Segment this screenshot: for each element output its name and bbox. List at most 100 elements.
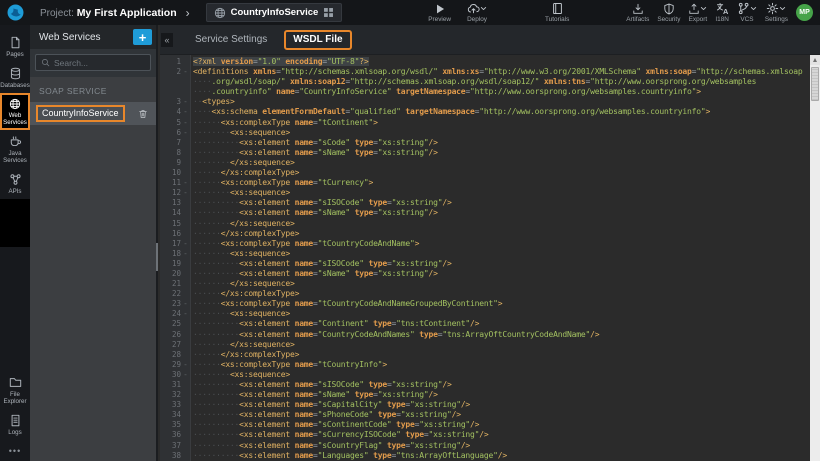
add-service-button[interactable]: + xyxy=(133,29,152,45)
deploy-button[interactable]: Deploy xyxy=(467,2,487,23)
panel-header: Web Services + xyxy=(30,25,156,49)
sidebar-item-logs[interactable]: Logs xyxy=(0,409,30,440)
sidebar-item-pages[interactable]: Pages xyxy=(0,31,30,62)
project-label: Project: xyxy=(40,8,74,19)
fold-marker[interactable]: - xyxy=(181,370,190,380)
scrollbar-thumb[interactable] xyxy=(811,67,819,101)
security-button[interactable]: Security xyxy=(657,2,680,23)
sidebar-item-label: Databases xyxy=(0,82,30,89)
gutter-line: 6- xyxy=(160,128,190,138)
tutorials-button[interactable]: Tutorials xyxy=(545,2,569,23)
service-list-item[interactable]: CountryInfoService xyxy=(30,102,156,125)
fold-spacer xyxy=(181,259,190,269)
code-line: ······</xs:complexType> xyxy=(193,168,810,178)
artifacts-label: Artifacts xyxy=(626,16,649,23)
panel-resize-handle[interactable] xyxy=(156,243,158,271)
fold-spacer xyxy=(181,289,190,299)
gutter-line: 16 xyxy=(160,229,190,239)
gutter-line: 5- xyxy=(160,118,190,128)
sidebar-item-label: File Explorer xyxy=(0,391,30,405)
sidebar-item-databases[interactable]: Databases xyxy=(0,62,30,93)
search-input[interactable] xyxy=(54,58,145,68)
topbar-actions-center: Tutorials xyxy=(545,2,569,23)
line-number: 17 xyxy=(160,239,181,249)
fold-spacer xyxy=(181,198,190,208)
globe-icon xyxy=(9,98,21,110)
sidebar-item-apis[interactable]: APIs xyxy=(0,168,30,199)
api-icon xyxy=(9,173,22,186)
line-number: 29 xyxy=(160,360,181,370)
fold-marker[interactable]: - xyxy=(181,67,190,77)
fold-marker[interactable]: - xyxy=(181,249,190,259)
gutter-line: 13 xyxy=(160,198,190,208)
settings-label: Settings xyxy=(765,16,788,23)
fold-marker[interactable]: - xyxy=(181,107,190,117)
preview-button[interactable]: Preview xyxy=(428,2,451,23)
line-number: 21 xyxy=(160,279,181,289)
sidebar-item-web-services[interactable]: Web Services xyxy=(0,93,30,130)
code-line: ··········<xs:element name="Languages" t… xyxy=(193,451,810,461)
topbar-actions-right: Artifacts Security Export AI18N VCS Settings xyxy=(626,2,788,23)
line-number: 36 xyxy=(160,430,181,440)
code-line: ··········<xs:element name="CountryCodeA… xyxy=(193,330,810,340)
scroll-up-arrow[interactable] xyxy=(810,55,820,65)
sidebar-item-java-services[interactable]: Java Services xyxy=(0,130,30,168)
settings-button[interactable]: Settings xyxy=(765,2,788,23)
line-number: 38 xyxy=(160,451,181,461)
line-number xyxy=(160,77,181,87)
fold-spacer xyxy=(181,57,190,67)
deploy-label: Deploy xyxy=(467,16,487,23)
i18n-label: I18N xyxy=(715,16,729,23)
wsdl-code-editor[interactable]: 12-3-4-5-6-7891011-12-1314151617-18-1920… xyxy=(160,55,820,461)
fold-marker[interactable]: - xyxy=(181,97,190,107)
fold-marker[interactable]: - xyxy=(181,360,190,370)
line-number: 16 xyxy=(160,229,181,239)
export-button[interactable]: Export xyxy=(688,2,707,23)
sidebar-item-file-explorer[interactable]: File Explorer xyxy=(0,371,30,409)
search-box[interactable] xyxy=(35,54,151,71)
sidebar-more-button[interactable]: ••• xyxy=(0,440,30,461)
artifacts-button[interactable]: Artifacts xyxy=(626,2,649,23)
tab-service-settings[interactable]: Service Settings xyxy=(195,34,267,45)
fold-spacer xyxy=(181,208,190,218)
fold-marker[interactable]: - xyxy=(181,188,190,198)
service-window-tab[interactable]: CountryInfoService xyxy=(206,3,343,22)
sidebar-item-label: APIs xyxy=(8,188,21,195)
code-line: ······</xs:complexType> xyxy=(193,350,810,360)
vcs-button[interactable]: VCS xyxy=(737,2,757,23)
grid-icon[interactable] xyxy=(323,7,334,18)
trash-icon[interactable] xyxy=(138,109,148,119)
sidebar-item-label: Logs xyxy=(8,429,21,436)
code-line: ········<xs:sequence> xyxy=(193,309,810,319)
fold-marker[interactable]: - xyxy=(181,309,190,319)
tab-wsdl-file[interactable]: WSDL File xyxy=(284,30,351,50)
fold-marker[interactable]: - xyxy=(181,178,190,188)
project-name[interactable]: My First Application xyxy=(77,7,177,19)
left-sidebar: Pages Databases Web ServicesJava Services A… xyxy=(0,25,30,461)
editor-scrollbar[interactable] xyxy=(810,55,820,461)
wavemaker-logo[interactable] xyxy=(0,0,30,25)
code-line: <?xml version="1.0" encoding="UTF-8"?> xyxy=(193,57,810,67)
fold-spacer xyxy=(181,430,190,440)
fold-marker[interactable]: - xyxy=(181,128,190,138)
code-area[interactable]: <?xml version="1.0" encoding="UTF-8"?><d… xyxy=(191,55,810,461)
collapse-panel-button[interactable]: « xyxy=(161,33,173,47)
avatar[interactable]: MP xyxy=(796,4,813,21)
project-breadcrumb: Project: My First Application xyxy=(40,7,177,19)
fold-marker[interactable]: - xyxy=(181,239,190,249)
editor-tabs-row: « Service Settings WSDL File xyxy=(160,25,820,55)
fold-marker[interactable]: - xyxy=(181,299,190,309)
gutter-line: 20 xyxy=(160,269,190,279)
fold-marker[interactable]: - xyxy=(181,118,190,128)
code-line: ··········<xs:element name="sName" type=… xyxy=(193,208,810,218)
line-number: 31 xyxy=(160,380,181,390)
i18n-button[interactable]: AI18N xyxy=(715,2,729,23)
gear-icon xyxy=(766,2,779,15)
code-line: ··········<xs:element name="sPhoneCode" … xyxy=(193,410,810,420)
line-number: 22 xyxy=(160,289,181,299)
fold-spacer xyxy=(181,380,190,390)
fold-spacer xyxy=(181,350,190,360)
code-line: ··········<xs:element name="sCapitalCity… xyxy=(193,400,810,410)
code-line: ··········<xs:element name="sName" type=… xyxy=(193,269,810,279)
top-bar: Project: My First Application › CountryI… xyxy=(0,0,820,25)
